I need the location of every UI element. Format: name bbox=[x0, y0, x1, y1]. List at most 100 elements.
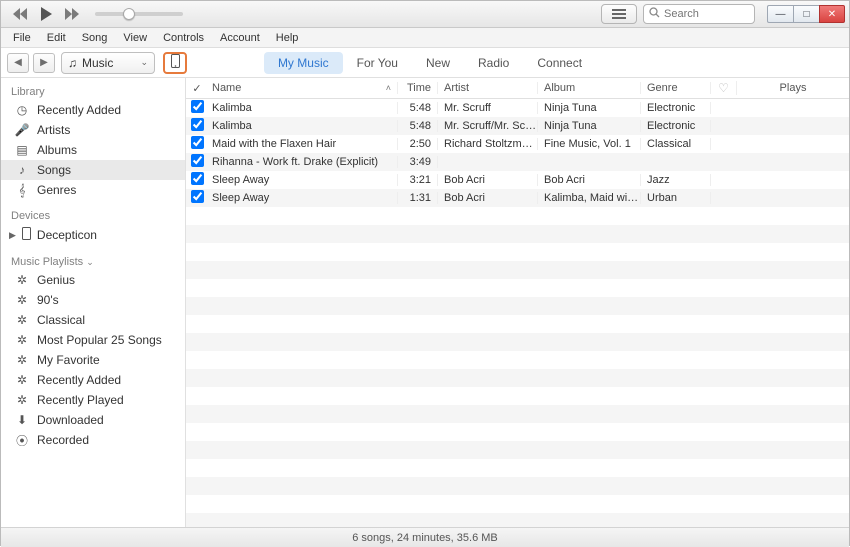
search-input[interactable] bbox=[664, 8, 744, 20]
note-icon: ♪ bbox=[15, 163, 29, 177]
tab-radio[interactable]: Radio bbox=[464, 52, 523, 74]
sidebar-device-item[interactable]: ▶ Decepticon bbox=[1, 224, 185, 246]
guitar-icon: 𝄞 bbox=[15, 183, 29, 197]
cell-time: 3:21 bbox=[398, 174, 438, 186]
playlist-item-label: 90's bbox=[37, 293, 59, 307]
forward-button[interactable]: ▶ bbox=[33, 53, 55, 73]
sidebar-item-label: Albums bbox=[37, 143, 77, 157]
cell-album: Fine Music, Vol. 1 bbox=[538, 138, 641, 150]
table-row[interactable]: Sleep Away1:31Bob AcriKalimba, Maid with… bbox=[186, 189, 849, 207]
playlist-item-label: Downloaded bbox=[37, 413, 104, 427]
gear-icon: ✲ bbox=[15, 393, 29, 407]
row-checkbox[interactable] bbox=[186, 136, 208, 152]
tab-for-you[interactable]: For You bbox=[343, 52, 412, 74]
sidebar-item-genres[interactable]: 𝄞Genres bbox=[1, 180, 185, 200]
col-header-genre[interactable]: Genre bbox=[641, 82, 711, 94]
row-checkbox[interactable] bbox=[186, 100, 208, 116]
clock-icon: ◷ bbox=[15, 103, 29, 117]
playlist-item-label: Recently Added bbox=[37, 373, 121, 387]
playlist-item-downloaded[interactable]: ⬇ Downloaded bbox=[1, 410, 185, 430]
media-select-label: Music bbox=[82, 56, 113, 70]
menu-controls[interactable]: Controls bbox=[155, 30, 212, 46]
menu-edit[interactable]: Edit bbox=[39, 30, 74, 46]
search-box[interactable] bbox=[643, 4, 755, 24]
maximize-button[interactable]: □ bbox=[793, 5, 819, 23]
row-checkbox[interactable] bbox=[186, 154, 208, 170]
cell-name: Rihanna - Work ft. Drake (Explicit) bbox=[208, 156, 398, 168]
table-row[interactable]: Kalimba5:48Mr. Scruff/Mr. ScruffNinja Tu… bbox=[186, 117, 849, 135]
row-checkbox[interactable] bbox=[186, 172, 208, 188]
next-track-button[interactable] bbox=[63, 5, 81, 23]
volume-slider[interactable] bbox=[95, 12, 183, 16]
row-checkbox[interactable] bbox=[186, 190, 208, 206]
table-row bbox=[186, 243, 849, 261]
rec-icon: ⦿ bbox=[15, 433, 29, 447]
menu-view[interactable]: View bbox=[115, 30, 155, 46]
tab-my-music[interactable]: My Music bbox=[264, 52, 343, 74]
back-button[interactable]: ◀ bbox=[7, 53, 29, 73]
media-type-select[interactable]: ♫ Music ⌄ bbox=[61, 52, 155, 74]
table-row bbox=[186, 477, 849, 495]
playlist-item-classical[interactable]: ✲Classical bbox=[1, 310, 185, 330]
close-button[interactable]: ✕ bbox=[819, 5, 845, 23]
playlist-item-90-s[interactable]: ✲90's bbox=[1, 290, 185, 310]
menu-help[interactable]: Help bbox=[268, 30, 307, 46]
playlist-item-recently-added[interactable]: ✲Recently Added bbox=[1, 370, 185, 390]
sidebar-item-albums[interactable]: ▤Albums bbox=[1, 140, 185, 160]
sidebar-item-recently-added[interactable]: ◷Recently Added bbox=[1, 100, 185, 120]
table-row[interactable]: Sleep Away3:21Bob AcriBob AcriJazz bbox=[186, 171, 849, 189]
cell-name: Kalimba bbox=[208, 102, 398, 114]
table-row bbox=[186, 387, 849, 405]
row-checkbox[interactable] bbox=[186, 118, 208, 134]
disclosure-triangle-icon: ▶ bbox=[9, 230, 16, 241]
menu-song[interactable]: Song bbox=[74, 30, 116, 46]
col-header-album[interactable]: Album bbox=[538, 82, 641, 94]
cell-genre: Jazz bbox=[641, 174, 711, 186]
playlist-item-recorded[interactable]: ⦿Recorded bbox=[1, 430, 185, 450]
sidebar-item-label: Songs bbox=[37, 163, 71, 177]
col-header-name[interactable]: Name˄ bbox=[208, 82, 398, 94]
table-row bbox=[186, 297, 849, 315]
table-row[interactable]: Rihanna - Work ft. Drake (Explicit)3:49 bbox=[186, 153, 849, 171]
playlist-item-most-popular-25-songs[interactable]: ✲Most Popular 25 Songs bbox=[1, 330, 185, 350]
sidebar-item-songs[interactable]: ♪ Songs bbox=[1, 160, 185, 180]
cell-artist: Mr. Scruff bbox=[438, 102, 538, 114]
cell-album: Ninja Tuna bbox=[538, 102, 641, 114]
col-header-time[interactable]: Time bbox=[398, 82, 438, 94]
table-row[interactable]: Maid with the Flaxen Hair2:50Richard Sto… bbox=[186, 135, 849, 153]
cell-time: 1:31 bbox=[398, 192, 438, 204]
prev-track-button[interactable] bbox=[11, 5, 29, 23]
col-header-plays[interactable]: Plays bbox=[737, 82, 849, 94]
tab-new[interactable]: New bbox=[412, 52, 464, 74]
cell-album: Ninja Tuna bbox=[538, 120, 641, 132]
playlist-item-genius[interactable]: ✲Genius bbox=[1, 270, 185, 290]
col-header-artist[interactable]: Artist bbox=[438, 82, 538, 94]
playlist-item-label: Recently Played bbox=[37, 393, 124, 407]
table-row[interactable]: Kalimba5:48Mr. ScruffNinja TunaElectroni… bbox=[186, 99, 849, 117]
download-icon: ⬇ bbox=[15, 413, 29, 427]
list-view-button[interactable] bbox=[601, 4, 637, 24]
col-header-heart[interactable]: ♡ bbox=[711, 81, 737, 95]
phone-icon bbox=[171, 54, 180, 71]
window-buttons: — □ ✕ bbox=[767, 5, 845, 23]
col-header-check[interactable]: ✓ bbox=[186, 82, 208, 95]
table-row bbox=[186, 333, 849, 351]
cell-artist: Richard Stoltzman/… bbox=[438, 138, 538, 150]
device-button[interactable] bbox=[163, 52, 187, 74]
tab-connect[interactable]: Connect bbox=[523, 52, 596, 74]
sidebar-item-label: Artists bbox=[37, 123, 70, 137]
table-row bbox=[186, 513, 849, 527]
device-name-label: Decepticon bbox=[37, 228, 97, 242]
playlist-item-recently-played[interactable]: ✲ Recently Played bbox=[1, 390, 185, 410]
sidebar-item-artists[interactable]: 🎤Artists bbox=[1, 120, 185, 140]
phone-icon bbox=[22, 227, 31, 243]
cell-time: 2:50 bbox=[398, 138, 438, 150]
minimize-button[interactable]: — bbox=[767, 5, 793, 23]
playlist-item-label: Classical bbox=[37, 313, 85, 327]
cell-album: Kalimba, Maid with… bbox=[538, 192, 641, 204]
play-button[interactable] bbox=[35, 3, 57, 25]
playlist-item-my-favorite[interactable]: ✲My Favorite bbox=[1, 350, 185, 370]
volume-knob[interactable] bbox=[123, 8, 135, 20]
menu-account[interactable]: Account bbox=[212, 30, 268, 46]
menu-file[interactable]: File bbox=[5, 30, 39, 46]
